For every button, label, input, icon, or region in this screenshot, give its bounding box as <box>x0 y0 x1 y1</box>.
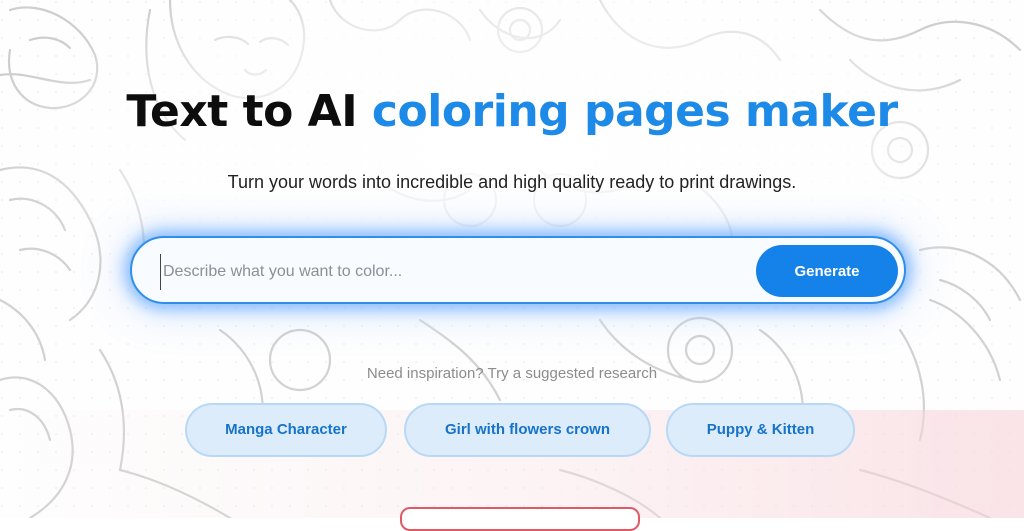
title-dark-text: Text to AI <box>126 86 358 137</box>
suggestion-chip-girl-with-flowers-crown[interactable]: Girl with flowers crown <box>404 403 651 457</box>
suggestion-chip-puppy-kitten[interactable]: Puppy & Kitten <box>666 403 855 457</box>
bottom-card-edge <box>400 507 640 531</box>
prompt-input[interactable] <box>160 254 745 290</box>
prompt-search-box: Generate <box>130 236 906 304</box>
suggestion-chip-manga-character[interactable]: Manga Character <box>185 403 387 457</box>
title-accent-text: coloring pages maker <box>371 86 898 137</box>
page-subtitle: Turn your words into incredible and high… <box>227 172 797 192</box>
generate-button[interactable]: Generate <box>756 245 898 297</box>
inspiration-label: Need inspiration? Try a suggested resear… <box>366 365 658 382</box>
page-title: Text to AI coloring pages maker <box>0 86 1024 137</box>
